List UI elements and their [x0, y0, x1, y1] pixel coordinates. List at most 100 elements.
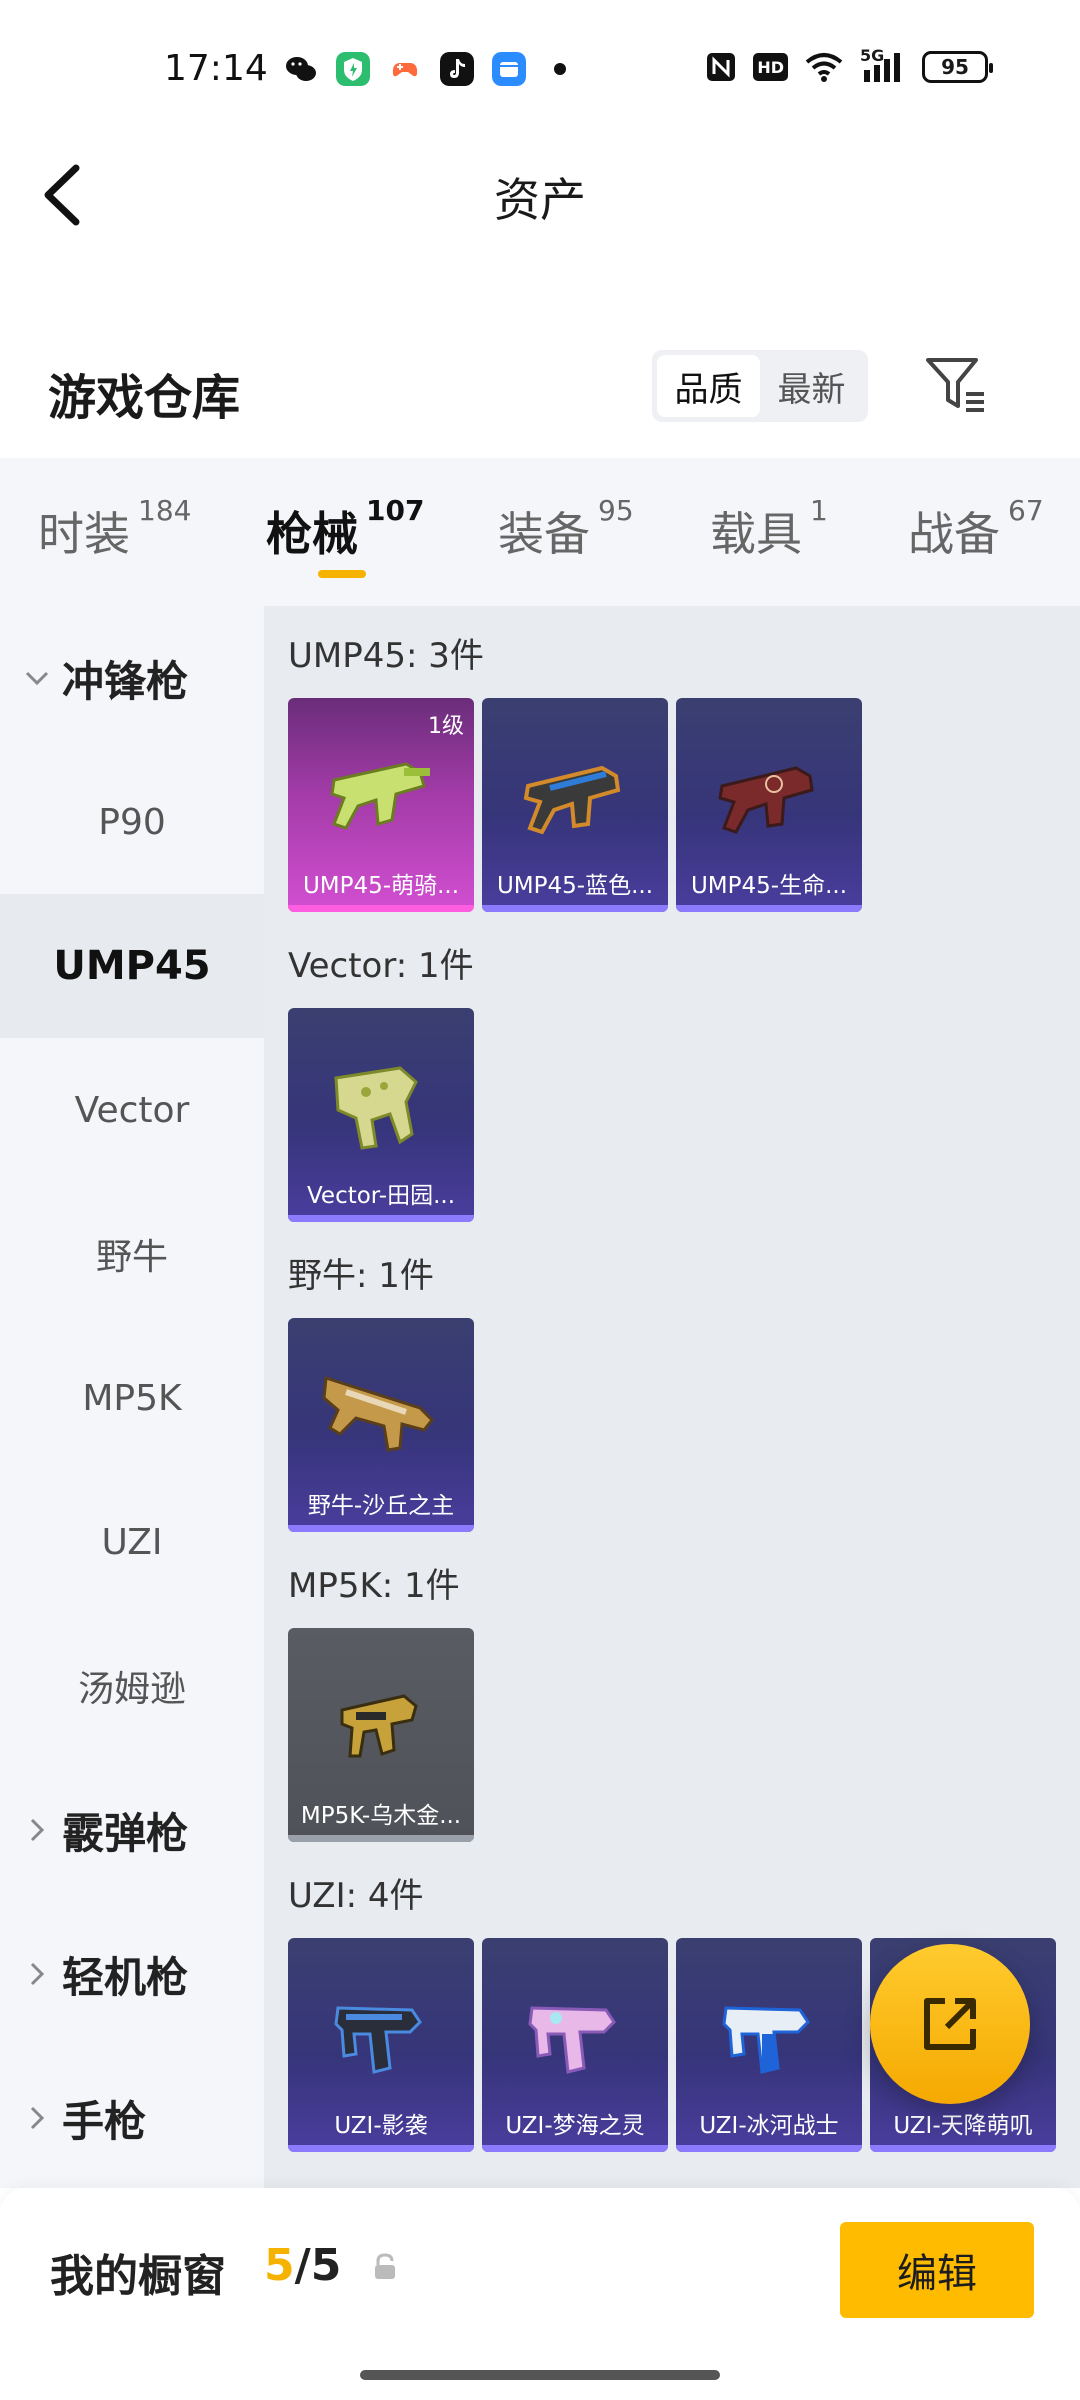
showcase-bar: 我的橱窗 5/5 编辑 [0, 2188, 1080, 2400]
tab-label: 装备 [498, 507, 590, 561]
sidebar-item-ump45[interactable]: UMP45 [0, 894, 264, 1038]
group-title-vector: Vector: 1件 [288, 946, 474, 986]
weapon-card[interactable]: UZI-冰河战士 [676, 1938, 862, 2152]
weapon-name: UMP45-生命... [690, 873, 848, 899]
smg-skin-icon [718, 766, 814, 834]
smg-skin-icon [340, 1694, 418, 1758]
showcase-separator: / [294, 2240, 311, 2291]
sidebar-group-smg[interactable]: 冲锋枪 [0, 606, 264, 750]
group-title-bizon: 野牛: 1件 [288, 1256, 434, 1296]
tab-label: 枪械 [266, 507, 358, 561]
status-time: 17:14 [164, 48, 268, 89]
weapon-card[interactable]: 1级 UMP45-萌骑... [288, 698, 474, 912]
security-app-icon [336, 52, 370, 86]
tab-label: 战备 [908, 507, 1000, 561]
sidebar-item-uzi[interactable]: UZI [0, 1470, 264, 1614]
game-controller-icon [392, 63, 418, 77]
app-store-icon [492, 52, 526, 86]
weapon-name: MP5K-乌木金... [300, 1803, 462, 1829]
system-icons: HD 5G 95 [705, 46, 993, 84]
tab-supplies[interactable]: 战备 67 [908, 494, 1044, 564]
weapon-name: UMP45-萌骑... [302, 873, 460, 899]
tab-count: 1 [810, 494, 828, 527]
tab-vehicles[interactable]: 载具 1 [710, 494, 828, 564]
group-title-ump45: UMP45: 3件 [288, 636, 484, 676]
weapon-name: Vector-田园... [306, 1183, 456, 1209]
sort-toggle: 品质 最新 [652, 350, 868, 422]
weapon-name: UZI-天降萌叽 [893, 2113, 1033, 2139]
chevron-right-icon [12, 1961, 62, 1987]
section-title: 游戏仓库 [48, 370, 241, 426]
weapon-name: 野牛-沙丘之主 [307, 1493, 455, 1519]
tab-label: 载具 [710, 507, 802, 561]
more-notifications-dot [554, 63, 566, 75]
lock-icon [375, 2253, 395, 2279]
smg-skin-icon [334, 1066, 418, 1150]
weapon-card[interactable]: MP5K-乌木金... [288, 1628, 474, 1842]
notification-icons [284, 52, 566, 86]
weapon-name: UMP45-蓝色... [496, 873, 654, 899]
share-icon [924, 1998, 976, 2050]
edit-button[interactable]: 编辑 [840, 2222, 1034, 2318]
sidebar-group-shotgun[interactable]: 霰弹枪 [0, 1758, 264, 1902]
tab-count: 67 [1008, 494, 1044, 527]
tab-guns[interactable]: 枪械 107 [266, 494, 424, 564]
app-header: 资产 [0, 140, 1080, 250]
sidebar-item-mp5k[interactable]: MP5K [0, 1326, 264, 1470]
showcase-label: 我的橱窗 [50, 2251, 226, 2302]
weapon-card[interactable]: 野牛-沙丘之主 [288, 1318, 474, 1532]
sidebar-group-pistol[interactable]: 手枪 [0, 2046, 264, 2190]
filter-icon[interactable] [922, 352, 988, 418]
category-tabs: 时装 184 枪械 107 装备 95 载具 1 战备 67 [0, 458, 1080, 606]
tab-count: 95 [598, 494, 634, 527]
weapon-card[interactable]: UZI-梦海之灵 [482, 1938, 668, 2152]
tiktok-icon [440, 52, 474, 86]
weapon-type-sidebar: 冲锋枪 P90 UMP45 Vector 野牛 MP5K UZI 汤姆逊 霰弹枪… [0, 606, 264, 2188]
weapon-card[interactable]: UZI-影袭 [288, 1938, 474, 2152]
page-title: 资产 [494, 173, 586, 227]
battery-indicator: 95 [922, 51, 993, 83]
sidebar-group-lmg[interactable]: 轻机枪 [0, 1902, 264, 2046]
warehouse-header: 游戏仓库 品质 最新 [0, 330, 1080, 450]
sidebar-group-label: 冲锋枪 [62, 656, 189, 706]
signal-icon: 5G [860, 46, 906, 84]
smg-skin-icon [528, 2006, 616, 2074]
sidebar-item-bizon[interactable]: 野牛 [0, 1182, 264, 1326]
network-type: 5G [860, 46, 885, 65]
showcase-total: 5 [310, 2240, 342, 2291]
sort-quality-button[interactable]: 品质 [657, 355, 760, 417]
tab-skins[interactable]: 时装 184 [38, 494, 191, 564]
sidebar-item-thompson[interactable]: 汤姆逊 [0, 1614, 264, 1758]
weapon-card[interactable]: UMP45-蓝色... [482, 698, 668, 912]
share-button[interactable] [870, 1944, 1030, 2104]
tab-equipment[interactable]: 装备 95 [498, 494, 634, 564]
chevron-right-icon [12, 1817, 62, 1843]
chevron-right-icon [12, 2105, 62, 2131]
showcase-current: 5 [264, 2240, 295, 2291]
weapon-name: UZI-冰河战士 [699, 2113, 839, 2139]
weapon-card[interactable]: Vector-田园... [288, 1008, 474, 1222]
weapon-name: UZI-影袭 [334, 2113, 428, 2139]
sidebar-group-label: 轻机枪 [62, 1952, 189, 2002]
sidebar-group-label: 霰弹枪 [62, 1808, 189, 1858]
sidebar-item-p90[interactable]: P90 [0, 750, 264, 894]
tab-count: 107 [366, 494, 425, 527]
tab-count: 184 [138, 494, 192, 527]
smg-skin-icon [334, 2006, 422, 2074]
nfc-icon [707, 53, 736, 81]
active-tab-indicator [318, 570, 366, 578]
wifi-icon [805, 53, 843, 82]
wechat-icon [286, 57, 316, 81]
sort-newest-button[interactable]: 最新 [760, 355, 863, 417]
weapon-name: UZI-梦海之灵 [505, 2113, 645, 2139]
showcase-count: 5/5 [264, 2240, 341, 2291]
weapon-card[interactable]: UMP45-生命... [676, 698, 862, 912]
smg-skin-icon [722, 2006, 810, 2074]
tab-label: 时装 [38, 507, 130, 561]
sidebar-item-vector[interactable]: Vector [0, 1038, 264, 1182]
home-indicator[interactable] [360, 2370, 720, 2380]
chevron-down-icon [12, 669, 62, 687]
status-bar: 17:14 HD 5G 95 [0, 0, 1080, 140]
group-title-mp5k: MP5K: 1件 [288, 1566, 460, 1606]
hd-icon: HD [753, 53, 788, 81]
